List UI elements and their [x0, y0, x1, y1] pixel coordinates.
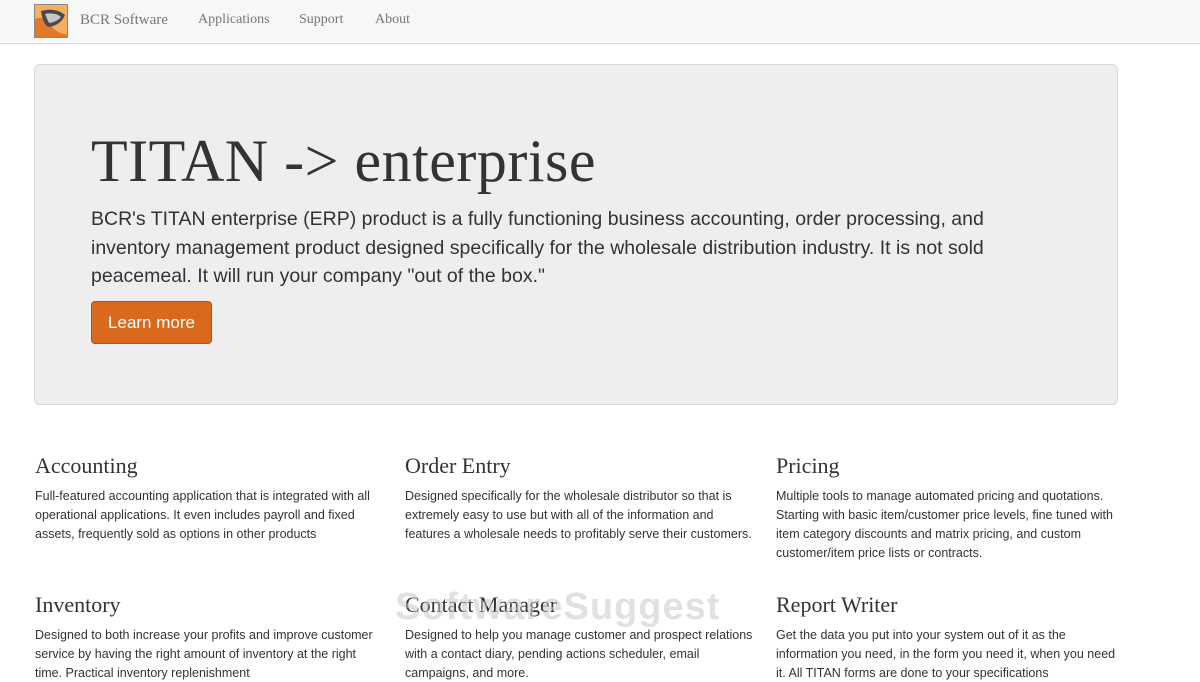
feature-contact-manager: Contact Manager Designed to help you man… [405, 592, 755, 682]
feature-text: Designed specifically for the wholesale … [405, 489, 752, 541]
feature-title: Accounting [35, 453, 138, 478]
feature-title: Inventory [35, 592, 121, 617]
feature-pricing: Pricing Multiple tools to manage automat… [776, 453, 1126, 563]
nav-link-support[interactable]: Support [299, 12, 343, 28]
hero-jumbotron: TITAN -> enterprise BCR's TITAN enterpri… [34, 64, 1118, 405]
feature-text: Multiple tools to manage automated prici… [776, 489, 1113, 560]
nav-link-about[interactable]: About [375, 12, 410, 28]
feature-report-writer: Report Writer Get the data you put into … [776, 592, 1126, 682]
feature-title: Pricing [776, 453, 840, 478]
feature-order-entry: Order Entry Designed specifically for th… [405, 453, 755, 544]
nav-link-applications[interactable]: Applications [198, 12, 270, 28]
feature-text: Designed to both increase your profits a… [35, 628, 373, 680]
feature-accounting: Accounting Full-featured accounting appl… [35, 453, 385, 544]
feature-inventory: Inventory Designed to both increase your… [35, 592, 385, 682]
feature-text: Get the data you put into your system ou… [776, 628, 1116, 680]
hero-description: BCR's TITAN enterprise (ERP) product is … [91, 208, 984, 287]
feature-text: Full-featured accounting application tha… [35, 489, 370, 541]
feature-title: Report Writer [776, 592, 898, 617]
feature-title: Order Entry [405, 453, 511, 478]
brand-name[interactable]: BCR Software [80, 12, 168, 29]
top-navbar: BCR Software Applications Support About [0, 0, 1200, 44]
feature-title: Contact Manager [405, 592, 558, 617]
feature-text: Designed to help you manage customer and… [405, 628, 753, 680]
bcr-logo[interactable] [34, 4, 68, 38]
learn-more-button[interactable]: Learn more [91, 301, 212, 344]
hero-title: TITAN -> enterprise [91, 128, 596, 194]
